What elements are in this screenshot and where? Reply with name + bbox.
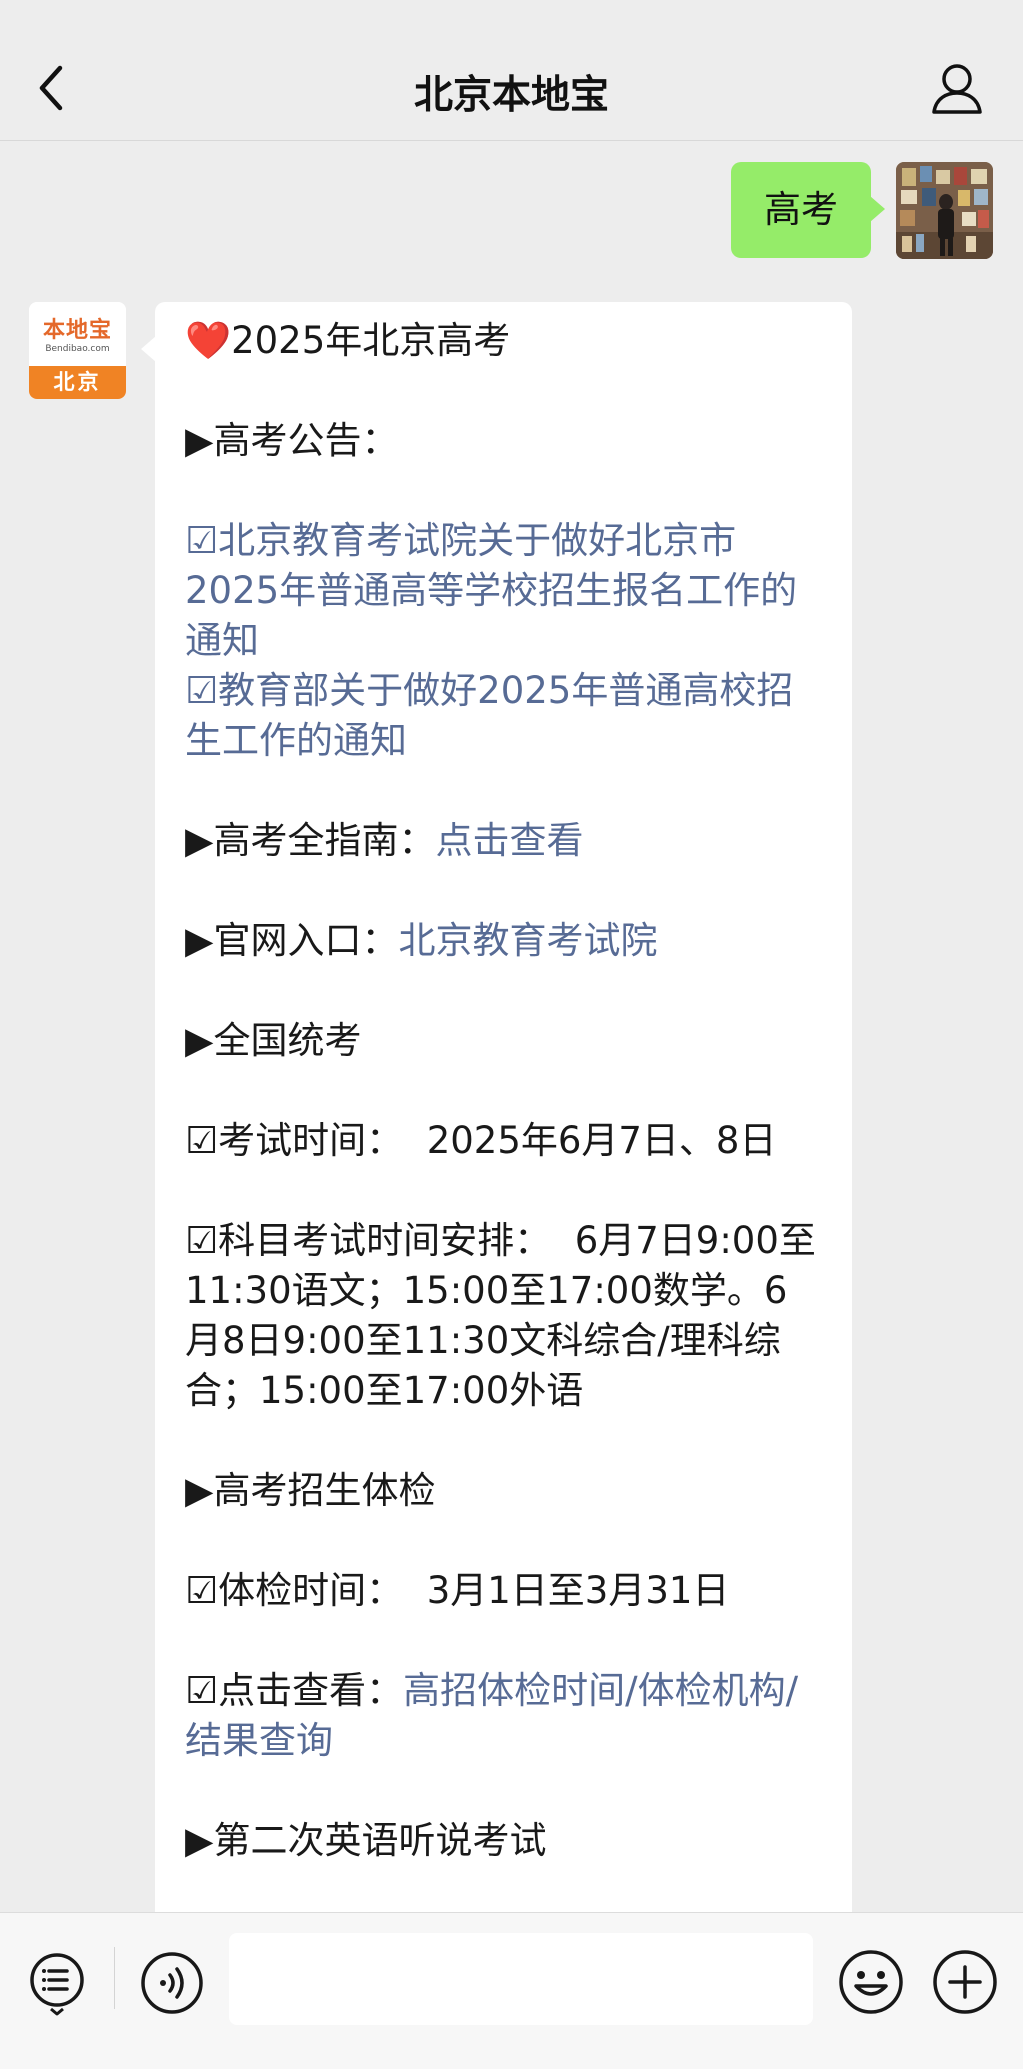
user-message-text: 高考	[764, 188, 838, 231]
section-heading-announcement: ▶高考公告：	[185, 419, 399, 462]
section-heading-english-oral-exam: ▶第二次英语听说考试	[185, 1819, 547, 1862]
smiley-icon	[839, 1950, 903, 2014]
guide-label: ▶高考全指南：	[185, 819, 436, 862]
exam-time-text: ☑考试时间： 2025年6月7日、8日	[185, 1119, 777, 1162]
physical-exam-link-line: ☑点击查看：高招体检时间/体检机构/结果查询	[185, 1666, 822, 1766]
top-nav-bar: 北京本地宝	[0, 0, 1023, 141]
exam-schedule-text: ☑科目考试时间安排： 6月7日9:00至11:30语文；15:00至17:00数…	[185, 1219, 816, 1412]
section-heading-national-exam: ▶全国统考	[185, 1019, 362, 1062]
page-title: 北京本地宝	[413, 73, 609, 118]
message-title-line: ❤️2025年北京高考	[185, 316, 822, 366]
bot-avatar[interactable]: 本地宝 Bendibao.com 北京	[29, 302, 126, 399]
menu-button[interactable]	[28, 1951, 86, 2017]
physical-exam-time-text: ☑体检时间： 3月1日至3月31日	[185, 1569, 730, 1612]
bot-avatar-logo-text: 本地宝	[42, 318, 112, 343]
user-avatar-image	[896, 162, 993, 259]
physical-exam-link-label: ☑点击查看：	[185, 1669, 404, 1712]
user-avatar[interactable]	[896, 162, 993, 259]
chat-area[interactable]: 高考 本地宝 Bendibao.com 北京 ❤️2025年北京高考 ▶高考公告…	[0, 142, 1023, 1912]
official-site-label: ▶官网入口：	[185, 919, 399, 962]
link-full-guide[interactable]: 点击查看	[435, 819, 583, 862]
user-message-bubble[interactable]: 高考	[731, 162, 885, 258]
section-heading-physical-exam: ▶高考招生体检	[185, 1469, 436, 1512]
message-title: 2025年北京高考	[231, 319, 511, 362]
profile-button[interactable]	[929, 60, 985, 116]
message-input[interactable]	[229, 1933, 813, 2025]
bot-message-bubble[interactable]: ❤️2025年北京高考 ▶高考公告： ☑北京教育考试院关于做好北京市2025年普…	[141, 302, 852, 1912]
official-site-line: ▶官网入口：北京教育考试院	[185, 916, 822, 966]
bot-avatar-city: 北京	[29, 366, 126, 399]
heart-icon: ❤️	[185, 319, 232, 362]
link-exam-authority[interactable]: 北京教育考试院	[398, 919, 657, 962]
guide-line: ▶高考全指南：点击查看	[185, 816, 822, 866]
bot-avatar-domain: Bendibao.com	[45, 344, 110, 354]
voice-icon	[141, 1952, 203, 2014]
input-bar	[0, 1912, 1023, 2069]
add-button[interactable]	[932, 1949, 998, 2015]
plus-icon	[933, 1950, 997, 2014]
voice-button[interactable]	[140, 1951, 204, 2015]
list-menu-icon	[30, 1953, 84, 2016]
bot-avatar-logo: 本地宝 Bendibao.com	[29, 302, 126, 366]
person-icon	[932, 64, 982, 114]
divider	[114, 1947, 115, 2009]
link-registration-notice[interactable]: ☑北京教育考试院关于做好北京市2025年普通高等学校招生报名工作的通知	[185, 516, 822, 666]
emoji-button[interactable]	[838, 1949, 904, 2015]
link-ministry-notice[interactable]: ☑教育部关于做好2025年普通高校招生工作的通知	[185, 666, 822, 766]
